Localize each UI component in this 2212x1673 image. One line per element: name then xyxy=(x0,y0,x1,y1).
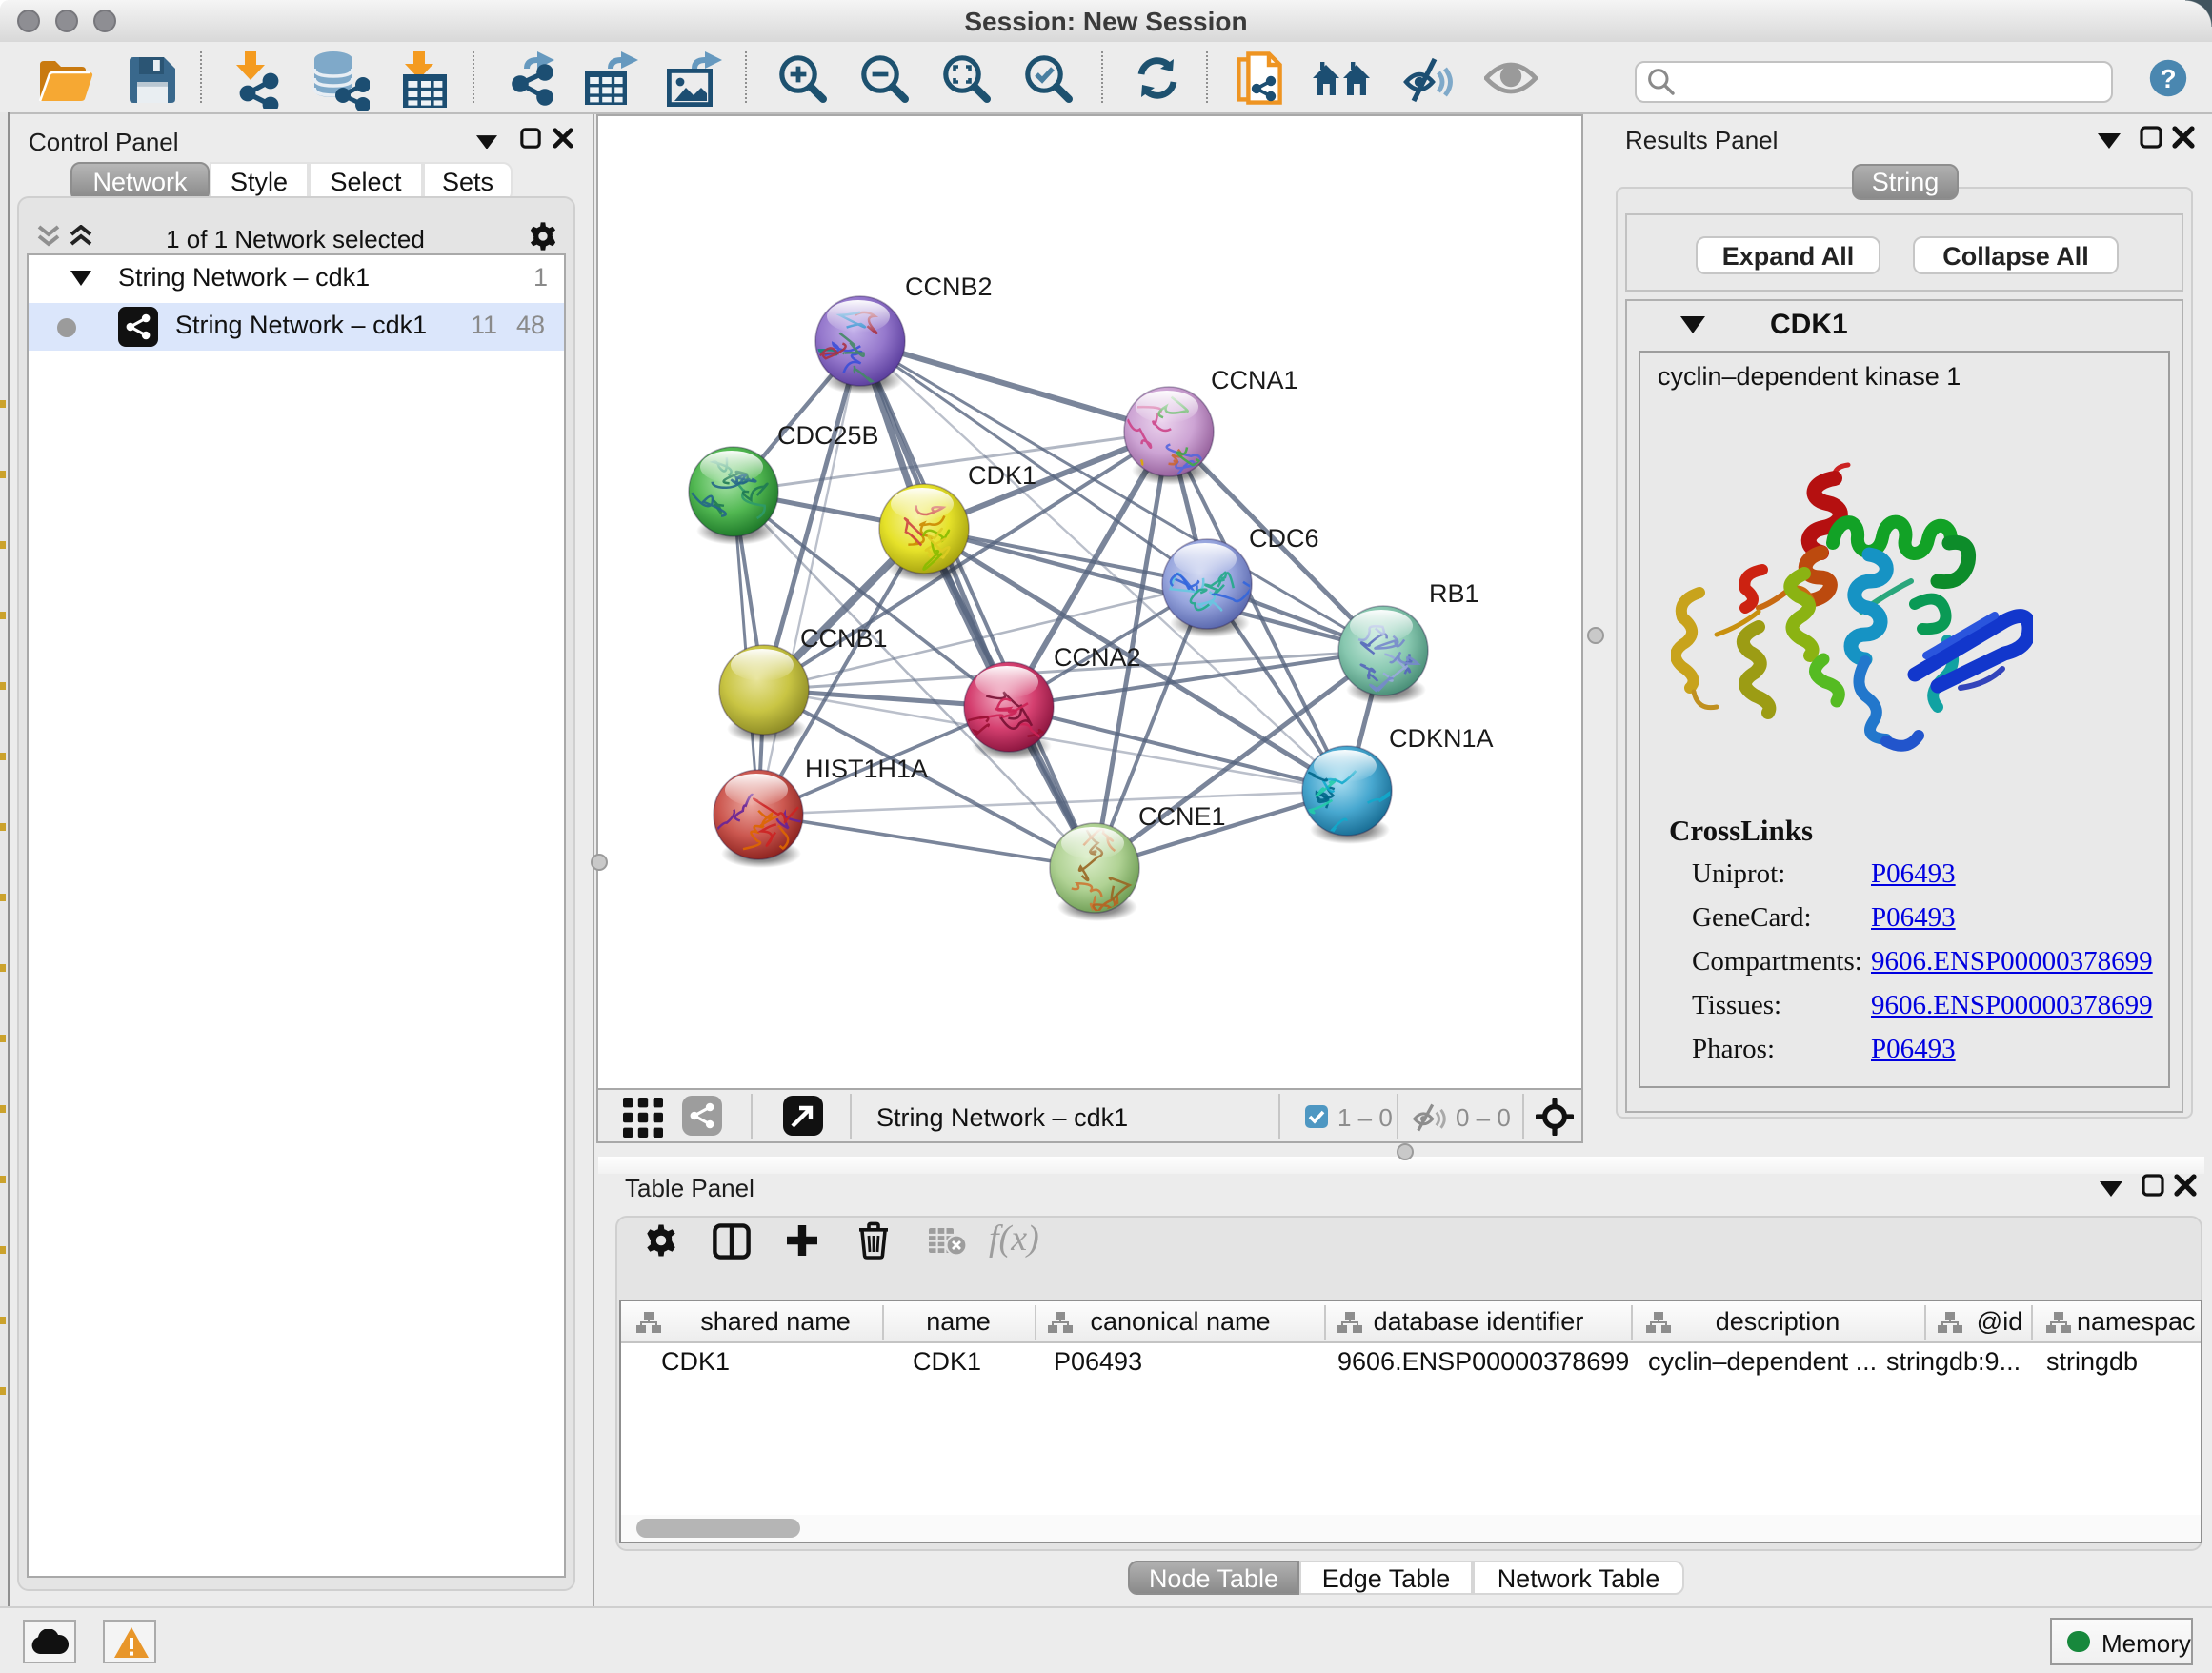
svg-text:CDC25B: CDC25B xyxy=(777,421,879,450)
svg-text:CDC6: CDC6 xyxy=(1249,524,1319,553)
svg-text:CDKN1A: CDKN1A xyxy=(1389,724,1494,753)
svg-text:CCNA1: CCNA1 xyxy=(1211,366,1298,394)
svg-text:CCNB2: CCNB2 xyxy=(905,272,993,301)
svg-text:CCNB1: CCNB1 xyxy=(800,624,888,653)
svg-text:HIST1H1A: HIST1H1A xyxy=(805,755,928,783)
svg-text:CCNA2: CCNA2 xyxy=(1054,643,1141,672)
svg-text:CCNE1: CCNE1 xyxy=(1138,802,1226,831)
svg-text:RB1: RB1 xyxy=(1429,579,1479,608)
svg-text:?: ? xyxy=(2160,64,2176,93)
svg-text:CDK1: CDK1 xyxy=(968,461,1036,490)
